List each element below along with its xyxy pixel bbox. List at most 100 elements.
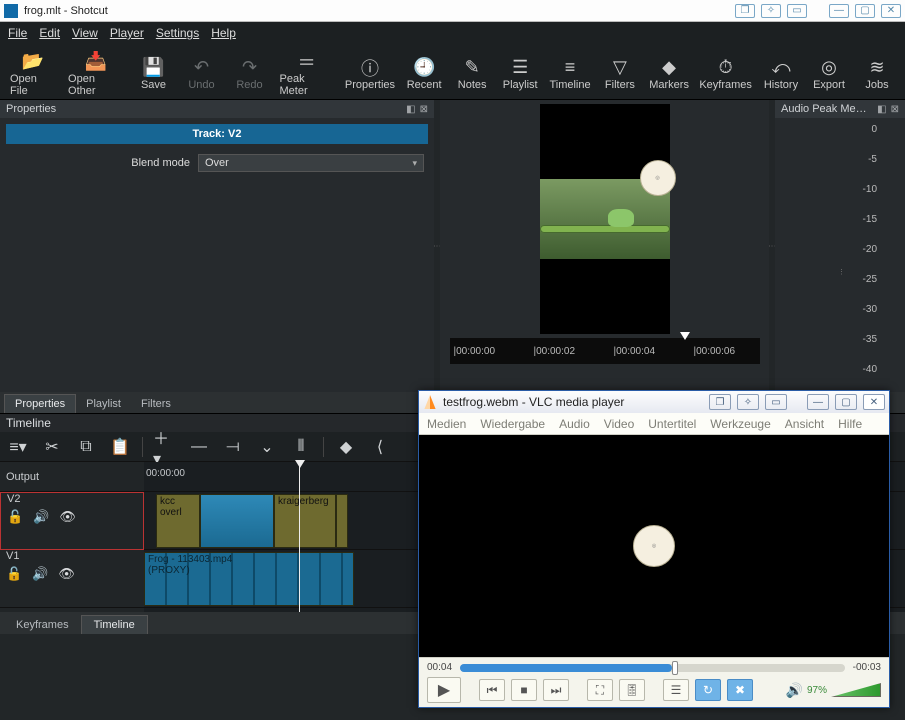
tab-filters[interactable]: Filters <box>131 395 181 413</box>
tl-marker-icon[interactable]: ◆ <box>334 436 358 458</box>
menu-help[interactable]: Help <box>211 26 236 40</box>
panel-undock-icon[interactable]: ◧ <box>877 104 886 115</box>
menu-view[interactable]: View <box>72 26 98 40</box>
tool-peak-meter[interactable]: ＝Peak Meter <box>276 48 338 99</box>
vlc-video-stage[interactable]: ◎ <box>419 435 889 657</box>
tl-split-icon[interactable]: ⫴ <box>289 436 313 458</box>
tab-timeline[interactable]: Timeline <box>81 615 148 634</box>
vlc-ext-settings-button[interactable]: 🎚 <box>619 679 645 701</box>
audio-meter-panel: Audio Peak Me… ◧ ⊠ ⋮ 0-5-10-15-20-25-30-… <box>775 100 905 392</box>
clip[interactable] <box>336 494 348 548</box>
blend-mode-select[interactable]: Over ▾ <box>198 154 424 172</box>
vlc-dock-icon[interactable]: ▭ <box>765 394 787 410</box>
track-head-output[interactable]: Output <box>0 462 144 492</box>
tool-open-file[interactable]: 📂Open File <box>6 48 60 99</box>
audio-meter-title: Audio Peak Me… <box>781 103 867 115</box>
clip[interactable]: kraigerberg <box>274 494 336 548</box>
tl-insert-icon[interactable]: ⌄ <box>255 436 279 458</box>
meter-tick: -30 <box>847 304 877 315</box>
tab-properties[interactable]: Properties <box>4 394 76 413</box>
clip[interactable]: Frog - 113403.mp4 (PROXY) <box>144 552 354 606</box>
clip[interactable]: kcc overl <box>156 494 200 548</box>
vlc-shuffle-button[interactable]: ✖ <box>727 679 753 701</box>
vlc-loop-button[interactable]: ↻ <box>695 679 721 701</box>
vlc-menu-ansicht[interactable]: Ansicht <box>785 417 824 431</box>
menu-settings[interactable]: Settings <box>156 26 199 40</box>
vlc-maximize-icon[interactable]: ▢ <box>835 394 857 410</box>
vlc-volume-slider[interactable] <box>831 683 881 697</box>
tool-properties[interactable]: ⓘProperties <box>342 48 398 99</box>
timeline-playhead[interactable] <box>299 462 300 612</box>
clip[interactable] <box>200 494 274 548</box>
window-minimize-icon[interactable]: — <box>829 4 849 18</box>
tl-copy-icon[interactable]: ⧉ <box>74 436 98 458</box>
tl-add-icon[interactable]: ＋▾ <box>153 436 177 458</box>
tool-playlist[interactable]: ☰Playlist <box>498 48 542 99</box>
tl-menu-icon[interactable]: ≡▾ <box>6 436 30 458</box>
mdi-dock-icon[interactable]: ▭ <box>787 4 807 18</box>
menu-file[interactable]: File <box>8 26 27 40</box>
tl-lift-icon[interactable]: ⟞ <box>221 436 245 458</box>
vlc-next-button[interactable]: ⏭ <box>543 679 569 701</box>
tool-open-other[interactable]: 📥Open Other <box>64 48 127 99</box>
tool-markers[interactable]: ◆Markers <box>646 48 692 99</box>
tl-cut-icon[interactable]: ✂ <box>40 436 64 458</box>
vlc-seekbar[interactable] <box>460 664 845 672</box>
vlc-menu-video[interactable]: Video <box>604 417 634 431</box>
mute-icon[interactable]: 🔊 <box>32 566 48 582</box>
tool-timeline[interactable]: ≡Timeline <box>546 48 594 99</box>
tl-remove-icon[interactable]: — <box>187 436 211 458</box>
track-head-v1[interactable]: V1 🔓 🔊 👁 <box>0 550 144 608</box>
tab-playlist[interactable]: Playlist <box>76 395 131 413</box>
vlc-cascade-icon[interactable]: ❐ <box>709 394 731 410</box>
vlc-speaker-icon[interactable]: 🔊 <box>786 682 803 699</box>
window-close-icon[interactable]: ✕ <box>881 4 901 18</box>
preview-ruler[interactable]: |00:00:00 |00:00:02 |00:00:04 |00:00:06 <box>450 338 760 364</box>
tool-export[interactable]: ◎Export <box>807 48 851 99</box>
tool-history[interactable]: ⤺History <box>759 48 803 99</box>
vlc-menu-hilfe[interactable]: Hilfe <box>838 417 862 431</box>
vlc-menu-medien[interactable]: Medien <box>427 417 466 431</box>
vlc-stop-button[interactable]: ■ <box>511 679 537 701</box>
vlc-menu-audio[interactable]: Audio <box>559 417 590 431</box>
tool-jobs[interactable]: ≋Jobs <box>855 48 899 99</box>
video-preview[interactable]: ◎ <box>540 104 670 334</box>
vlc-playlist-button[interactable]: ☰ <box>663 679 689 701</box>
tool-save[interactable]: 💾Save <box>132 48 176 99</box>
mute-icon[interactable]: 🔊 <box>33 509 49 525</box>
tool-recent[interactable]: 🕘Recent <box>402 48 446 99</box>
lock-icon[interactable]: 🔓 <box>6 566 22 582</box>
playhead-icon[interactable] <box>680 332 690 340</box>
vlc-close-icon[interactable]: ✕ <box>863 394 885 410</box>
vlc-titlebar[interactable]: testfrog.webm - VLC media player ❐ ✧ ▭ —… <box>419 391 889 413</box>
vlc-menu-werkzeuge[interactable]: Werkzeuge <box>710 417 770 431</box>
vlc-play-button[interactable]: ▶ <box>427 677 461 703</box>
window-maximize-icon[interactable]: ▢ <box>855 4 875 18</box>
vlc-prev-button[interactable]: ⏮ <box>479 679 505 701</box>
tl-prev-icon[interactable]: ⟨ <box>368 436 392 458</box>
properties-icon: ⓘ <box>361 57 379 79</box>
notes-icon: ✎ <box>465 57 480 79</box>
vlc-minimize-icon[interactable]: — <box>807 394 829 410</box>
tab-keyframes[interactable]: Keyframes <box>4 616 81 634</box>
hide-icon[interactable]: 👁 <box>58 566 75 582</box>
mdi-pin-icon[interactable]: ✧ <box>761 4 781 18</box>
track-head-v2[interactable]: V2 🔓 🔊 👁 <box>0 492 144 550</box>
menu-edit[interactable]: Edit <box>39 26 60 40</box>
tool-filters[interactable]: ▽Filters <box>598 48 642 99</box>
vlc-pin-icon[interactable]: ✧ <box>737 394 759 410</box>
tool-keyframes[interactable]: ⏱Keyframes <box>696 48 755 99</box>
vlc-menu-wiedergabe[interactable]: Wiedergabe <box>480 417 545 431</box>
vlc-fullscreen-button[interactable]: ⛶ <box>587 679 613 701</box>
lock-icon[interactable]: 🔓 <box>7 509 23 525</box>
undo-icon: ↶ <box>194 57 209 79</box>
mdi-cascade-icon[interactable]: ❐ <box>735 4 755 18</box>
panel-close-icon[interactable]: ⊠ <box>420 104 428 115</box>
menu-player[interactable]: Player <box>110 26 144 40</box>
hide-icon[interactable]: 👁 <box>59 509 76 525</box>
vlc-menu-untertitel[interactable]: Untertitel <box>648 417 696 431</box>
panel-close-icon[interactable]: ⊠ <box>891 104 899 115</box>
panel-undock-icon[interactable]: ◧ <box>406 104 415 115</box>
tool-notes[interactable]: ✎Notes <box>450 48 494 99</box>
tl-paste-icon[interactable]: 📋 <box>108 436 132 458</box>
